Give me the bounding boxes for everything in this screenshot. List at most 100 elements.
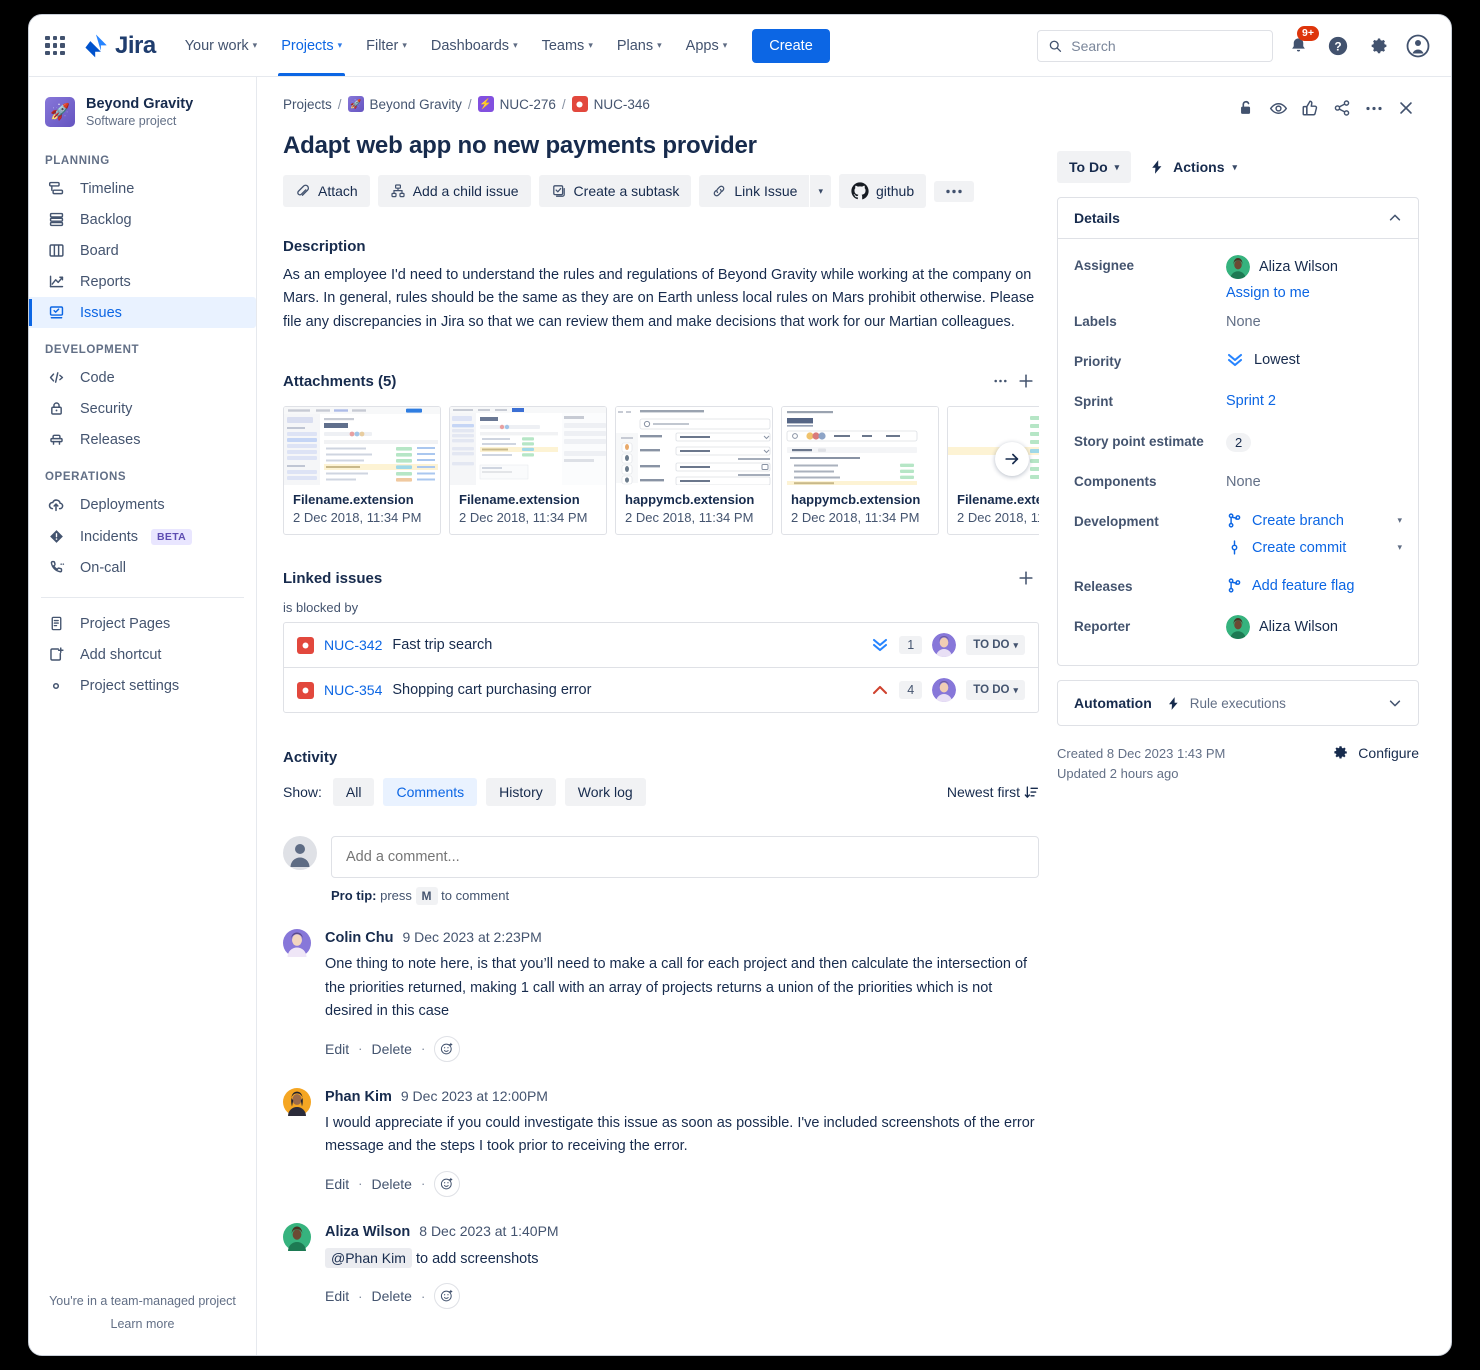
automation-card[interactable]: Automation Rule executions	[1057, 680, 1419, 726]
global-search[interactable]	[1037, 30, 1273, 62]
configure-button[interactable]: Configure	[1332, 744, 1419, 761]
comment-edit-link[interactable]: Edit	[325, 1041, 349, 1057]
breadcrumb-epic[interactable]: NUC-276	[500, 97, 556, 112]
field-value[interactable]: None	[1226, 467, 1402, 490]
add-linked-issue-button[interactable]	[1013, 565, 1039, 591]
breadcrumb-project[interactable]: Beyond Gravity	[370, 97, 462, 112]
add-reaction-button[interactable]	[434, 1036, 460, 1062]
field-value[interactable]: Lowest	[1226, 347, 1402, 368]
share-button[interactable]	[1329, 95, 1355, 121]
create-button[interactable]: Create	[752, 29, 830, 63]
notifications-button[interactable]: 9+	[1283, 31, 1313, 61]
actions-dropdown[interactable]: Actions ▾	[1139, 151, 1247, 183]
close-button[interactable]	[1393, 95, 1419, 121]
watch-button[interactable]	[1265, 95, 1291, 121]
sidebar-item-backlog[interactable]: Backlog	[29, 204, 256, 235]
attachments-more-button[interactable]	[987, 368, 1013, 394]
linked-issue-row[interactable]: NUC-342 Fast trip search 1	[284, 623, 1038, 668]
help-button[interactable]: ?	[1323, 31, 1353, 61]
learn-more-link[interactable]: Learn more	[111, 1317, 175, 1331]
sidebar-item-on-call[interactable]: On-call	[29, 552, 256, 583]
github-button[interactable]: github	[839, 174, 926, 208]
comment-edit-link[interactable]: Edit	[325, 1176, 349, 1192]
status-badge[interactable]: TO DO ▾	[966, 680, 1025, 700]
linked-issue-key[interactable]: NUC-342	[324, 637, 382, 653]
nav-item-apps[interactable]: Apps ▾	[675, 15, 739, 76]
link-issue-dropdown-button[interactable]: ▾	[810, 175, 831, 207]
attach-button[interactable]: Attach	[283, 175, 370, 207]
status-badge[interactable]: TO DO ▾	[966, 635, 1025, 655]
add-reaction-button[interactable]	[434, 1283, 460, 1309]
link-issue-button[interactable]: Link Issue	[699, 175, 809, 207]
apps-grid-icon[interactable]	[41, 32, 69, 60]
nav-item-projects[interactable]: Projects ▾	[270, 15, 353, 76]
assign-to-me-link[interactable]: Assign to me	[1226, 285, 1310, 301]
activity-filter-comments[interactable]: Comments	[383, 778, 477, 806]
add-reaction-button[interactable]	[434, 1171, 460, 1197]
comment-delete-link[interactable]: Delete	[371, 1041, 411, 1057]
settings-button[interactable]	[1363, 31, 1393, 61]
more-actions-button[interactable]	[934, 181, 974, 202]
sidebar-item-incidents[interactable]: Incidents BETA	[29, 521, 256, 552]
linked-issue-key[interactable]: NUC-354	[324, 682, 382, 698]
create-branch-row[interactable]: Create branch ▾	[1226, 512, 1402, 529]
comment-edit-link[interactable]: Edit	[325, 1288, 349, 1304]
unlock-button[interactable]	[1233, 95, 1259, 121]
nav-item-dashboards[interactable]: Dashboards ▾	[420, 15, 529, 76]
add-child-issue-button[interactable]: Add a child issue	[378, 175, 531, 207]
sprint-link[interactable]: Sprint 2	[1226, 393, 1276, 409]
account-avatar[interactable]	[1403, 31, 1433, 61]
create-subtask-button[interactable]: Create a subtask	[539, 175, 692, 207]
field-value[interactable]: 2	[1226, 427, 1402, 452]
add-attachment-button[interactable]	[1013, 368, 1039, 394]
attachment-card[interactable]: happymcb.extension 2 Dec 2018, 11:34 PM	[615, 406, 773, 535]
add-feature-flag-link[interactable]: Add feature flag	[1252, 578, 1354, 594]
add-feature-flag-row[interactable]: Add feature flag	[1226, 577, 1402, 594]
sidebar-item-project-settings[interactable]: Project settings	[29, 670, 256, 702]
nav-item-your-work[interactable]: Your work ▾	[174, 15, 268, 76]
sidebar-item-add-shortcut[interactable]: Add shortcut	[29, 639, 256, 670]
jira-logo[interactable]: Jira	[83, 32, 156, 60]
nav-item-filter[interactable]: Filter ▾	[355, 15, 418, 76]
sidebar-item-timeline[interactable]: Timeline	[29, 173, 256, 204]
nav-item-teams[interactable]: Teams ▾	[531, 15, 604, 76]
sidebar-item-issues[interactable]: Issues	[29, 297, 256, 328]
comment-input[interactable]	[331, 836, 1039, 878]
create-branch-link[interactable]: Create branch	[1252, 513, 1344, 529]
assignee-person[interactable]: Aliza Wilson	[1226, 255, 1402, 279]
activity-filter-all[interactable]: All	[333, 778, 375, 806]
activity-filter-history[interactable]: History	[486, 778, 556, 806]
linked-issue-row[interactable]: NUC-354 Shopping cart purchasing error 4	[284, 668, 1038, 712]
attachment-card[interactable]: Filename.extension 2 Dec 2018, 11:34 PM	[449, 406, 607, 535]
user-mention[interactable]: @Phan Kim	[325, 1248, 412, 1268]
activity-sort-button[interactable]: Newest first	[947, 784, 1039, 800]
sidebar-item-security[interactable]: Security	[29, 393, 256, 424]
create-commit-link[interactable]: Create commit	[1252, 540, 1346, 556]
create-commit-row[interactable]: Create commit ▾	[1226, 539, 1402, 556]
sidebar-item-code[interactable]: Code	[29, 362, 256, 393]
comment-delete-link[interactable]: Delete	[371, 1288, 411, 1304]
chevron-down-icon[interactable]: ▾	[1397, 542, 1402, 553]
search-input[interactable]	[1071, 38, 1262, 54]
attachment-card[interactable]: Filename.extension 2 Dec 2018, 11:34 PM	[283, 406, 441, 535]
issue-more-button[interactable]	[1361, 95, 1387, 121]
breadcrumb-issue[interactable]: NUC-346	[594, 97, 650, 112]
sidebar-item-releases[interactable]: Releases	[29, 424, 256, 455]
comment-delete-link[interactable]: Delete	[371, 1176, 411, 1192]
sidebar-item-reports[interactable]: Reports	[29, 266, 256, 297]
sidebar-item-board[interactable]: Board	[29, 235, 256, 266]
reporter-person[interactable]: Aliza Wilson	[1226, 615, 1402, 639]
issue-status-dropdown[interactable]: To Do ▾	[1057, 151, 1131, 183]
breadcrumb-projects[interactable]: Projects	[283, 97, 332, 112]
vote-button[interactable]	[1297, 95, 1323, 121]
attachment-card[interactable]: happymcb.extension 2 Dec 2018, 11:34 PM	[781, 406, 939, 535]
activity-filter-work-log[interactable]: Work log	[565, 778, 646, 806]
chevron-down-icon[interactable]: ▾	[1397, 515, 1402, 526]
sidebar-item-project-pages[interactable]: Project Pages	[29, 608, 256, 639]
sidebar-item-deployments[interactable]: Deployments	[29, 489, 256, 521]
details-card-header[interactable]: Details	[1058, 198, 1418, 239]
attachment-card[interactable]: Filename.extension 2 Dec 2018, 11:34 PM	[947, 406, 1039, 535]
nav-item-plans[interactable]: Plans ▾	[606, 15, 673, 76]
project-header[interactable]: 🚀 Beyond Gravity Software project	[29, 77, 256, 139]
field-value[interactable]: None	[1226, 307, 1402, 330]
